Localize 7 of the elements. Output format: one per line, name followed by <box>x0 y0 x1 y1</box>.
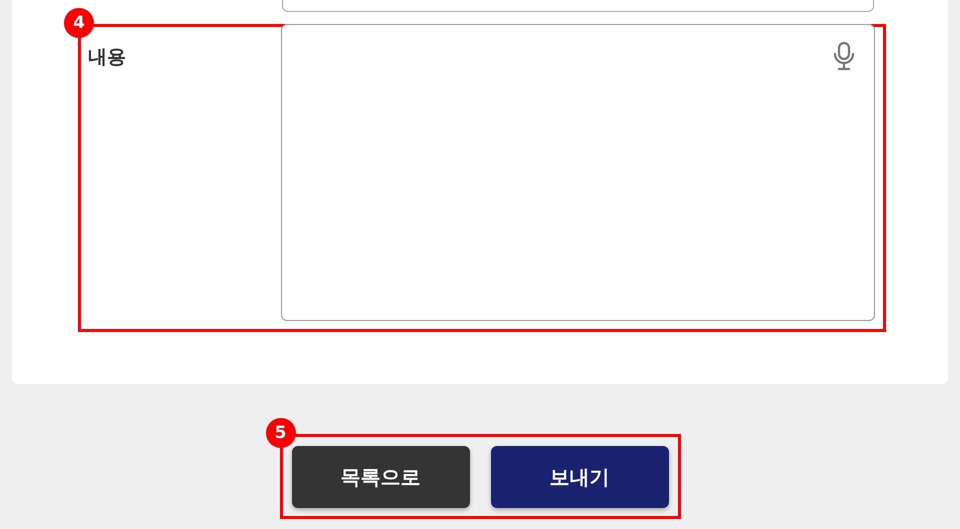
send-button[interactable]: 보내기 <box>490 446 668 508</box>
list-button[interactable]: 목록으로 <box>292 446 470 508</box>
field-label: 내용 <box>88 45 127 70</box>
step-number-badge: 4 <box>64 8 94 38</box>
input-field[interactable] <box>282 0 874 12</box>
step-number-badge: 5 <box>266 418 296 448</box>
microphone-icon[interactable] <box>832 41 856 71</box>
